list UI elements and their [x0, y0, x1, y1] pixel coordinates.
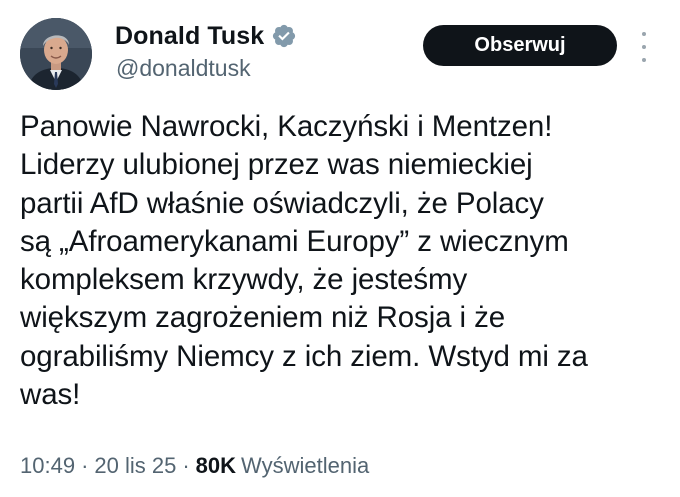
tweet-date[interactable]: 20 lis 25 — [94, 453, 176, 479]
follow-button[interactable]: Obserwuj — [423, 25, 617, 66]
meta-separator: · — [182, 453, 190, 478]
author-display-name[interactable]: Donald Tusk — [115, 22, 264, 51]
more-vertical-icon[interactable] — [636, 32, 652, 62]
avatar[interactable] — [20, 18, 92, 90]
tweet-text: Panowie Nawrocki, Kaczyński i Mentzen! L… — [20, 110, 588, 412]
author-handle[interactable]: @donaldtusk — [116, 55, 251, 82]
dot — [642, 45, 646, 49]
views-label[interactable]: Wyświetlenia — [241, 453, 369, 479]
views-count: 80K — [195, 453, 237, 478]
dot — [642, 58, 646, 62]
dot — [642, 32, 646, 36]
tweet-meta: 10:49 · 20 lis 25 · 80K Wyświetlenia — [20, 453, 369, 479]
avatar-image — [20, 18, 92, 90]
verified-badge-icon[interactable] — [271, 23, 297, 49]
tweet-time[interactable]: 10:49 — [20, 453, 75, 479]
tweet-card: Donald Tusk @donaldtusk Obserwuj Panowie… — [0, 0, 680, 497]
author-name-row: Donald Tusk — [115, 20, 297, 52]
meta-separator: · — [81, 453, 89, 478]
